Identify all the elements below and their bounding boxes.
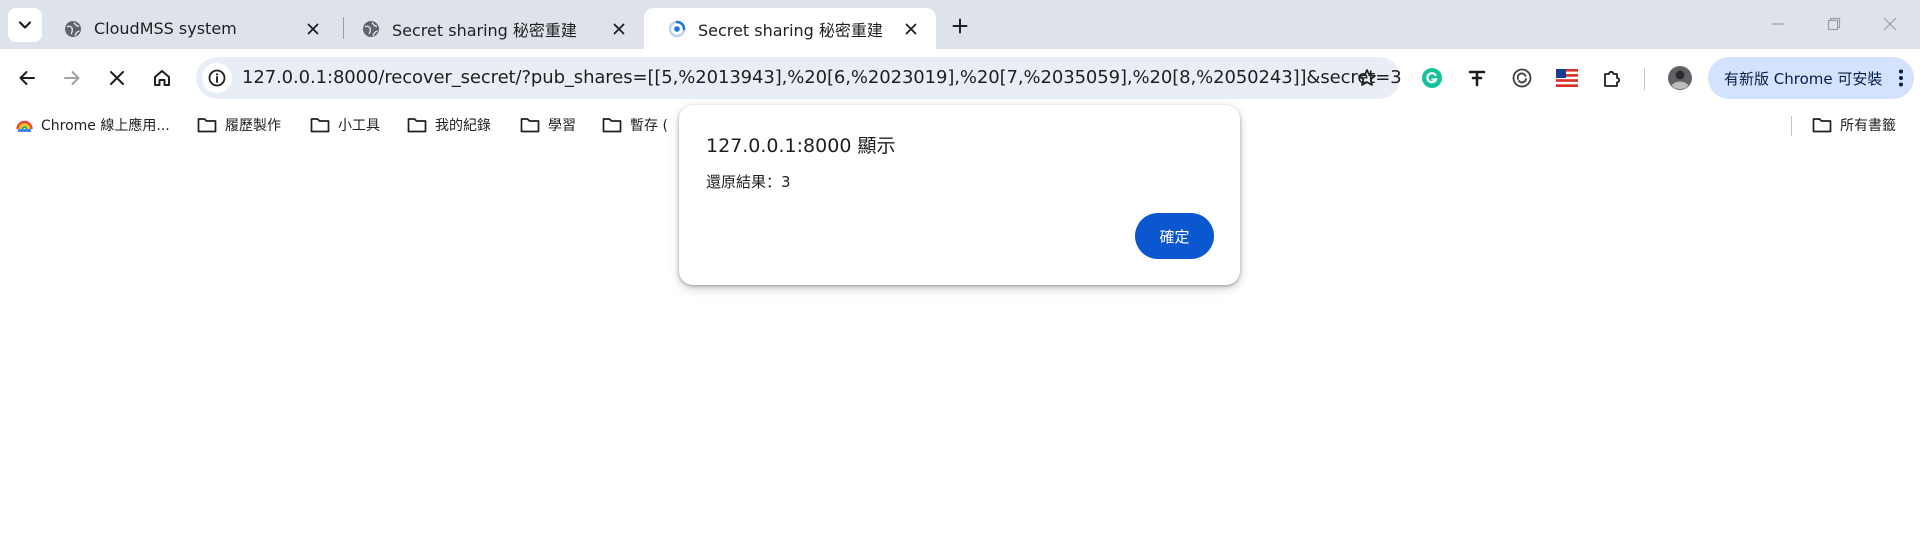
tab-title: Secret sharing 秘密重建 [392, 20, 577, 40]
bookmark-folder-records[interactable]: 我的紀錄 [407, 113, 491, 137]
folder-icon [1812, 118, 1832, 133]
close-icon[interactable] [900, 18, 922, 40]
flag-extension-button[interactable] [1551, 62, 1583, 94]
toolbar-divider [1644, 68, 1645, 90]
globe-icon [65, 20, 81, 37]
url-text[interactable]: 127.0.0.1:8000/recover_secret/?pub_share… [242, 67, 1402, 88]
tab-title: CloudMSS system [94, 19, 237, 38]
chrome-update-button[interactable]: 有新版 Chrome 可安裝 [1708, 57, 1914, 99]
dialog-title: 127.0.0.1:8000 顯示 [706, 135, 896, 157]
us-flag-icon [1556, 69, 1578, 87]
tab-search-button[interactable] [8, 8, 42, 42]
folder-icon [602, 118, 622, 133]
site-info-button[interactable] [202, 63, 232, 93]
address-bar[interactable]: 127.0.0.1:8000/recover_secret/?pub_share… [196, 57, 1402, 99]
folder-icon [197, 118, 217, 133]
bookmark-label: 暫存 ( [630, 118, 668, 134]
forward-button[interactable] [54, 60, 90, 96]
bookmark-label: 履歷製作 [225, 118, 281, 134]
tab-strip: CloudMSS system Secret sharing 秘密重建 Secr… [0, 0, 1920, 49]
restore-icon [1827, 17, 1841, 31]
grammarly-icon [1422, 68, 1442, 88]
star-icon [1358, 69, 1376, 86]
bookmark-label: 小工具 [338, 118, 380, 134]
bookmark-label: 學習 [548, 118, 576, 134]
more-vert-icon[interactable] [1898, 68, 1904, 88]
extensions-button[interactable] [1596, 62, 1628, 94]
arrow-left-icon [19, 71, 35, 85]
globe-icon [363, 20, 379, 37]
tab-secret-sharing[interactable]: Secret sharing 秘密重建 [338, 8, 644, 49]
browser-toolbar: 127.0.0.1:8000/recover_secret/?pub_share… [0, 49, 1920, 107]
all-bookmarks-label: 所有書籤 [1840, 118, 1896, 134]
avatar [1668, 66, 1692, 90]
home-button[interactable] [144, 60, 180, 96]
bookmark-label: Chrome 線上應用... [41, 118, 170, 134]
dialog-message: 還原結果：3 [706, 173, 791, 191]
puzzle-icon [1604, 70, 1621, 87]
folder-icon [520, 118, 540, 133]
window-close-button[interactable] [1870, 8, 1910, 40]
plus-icon [952, 18, 968, 34]
folder-icon [310, 118, 330, 133]
ok-button[interactable]: 確定 [1135, 213, 1214, 259]
bookmarks-divider [1791, 116, 1792, 136]
info-icon [208, 69, 226, 87]
tab-cloudmss[interactable]: CloudMSS system [40, 8, 338, 49]
close-icon[interactable] [608, 18, 630, 40]
tab-secret-sharing-active[interactable]: Secret sharing 秘密重建 [644, 8, 936, 49]
translate-extension-button[interactable] [1461, 62, 1493, 94]
grammarly-extension-button[interactable] [1416, 62, 1448, 94]
bookmark-star-button[interactable] [1354, 65, 1380, 91]
profile-avatar-button[interactable] [1664, 62, 1696, 94]
loading-spinner-icon [668, 20, 686, 37]
minimize-button[interactable] [1758, 8, 1798, 40]
arrow-right-icon [64, 71, 80, 85]
close-icon[interactable] [302, 18, 324, 40]
stop-loading-button[interactable] [99, 60, 135, 96]
refresh-circle-icon [1512, 68, 1532, 88]
back-button[interactable] [9, 60, 45, 96]
alert-dialog: 127.0.0.1:8000 顯示 還原結果：3 確定 [679, 105, 1240, 285]
text-t-icon [1468, 70, 1486, 87]
chevron-down-icon [18, 21, 32, 29]
bookmark-folder-temp[interactable]: 暫存 ( [602, 113, 668, 137]
bookmark-folder-tools[interactable]: 小工具 [310, 113, 380, 137]
close-icon [110, 71, 124, 85]
folder-icon [407, 118, 427, 133]
chrome-webstore-icon [16, 120, 33, 132]
sync-extension-button[interactable] [1506, 62, 1538, 94]
new-tab-button[interactable] [946, 12, 974, 40]
minimize-icon [1772, 23, 1784, 25]
close-icon [1883, 17, 1897, 31]
bookmark-label: 我的紀錄 [435, 118, 491, 134]
all-bookmarks-button[interactable]: 所有書籤 [1812, 113, 1896, 137]
restore-button[interactable] [1814, 8, 1854, 40]
home-icon [154, 70, 170, 86]
bookmark-folder-resume[interactable]: 履歷製作 [197, 113, 281, 137]
bookmark-folder-learning[interactable]: 學習 [520, 113, 576, 137]
bookmark-chrome-webstore[interactable]: Chrome 線上應用... [16, 113, 170, 137]
tab-title: Secret sharing 秘密重建 [698, 20, 883, 40]
update-label: 有新版 Chrome 可安裝 [1724, 69, 1883, 88]
